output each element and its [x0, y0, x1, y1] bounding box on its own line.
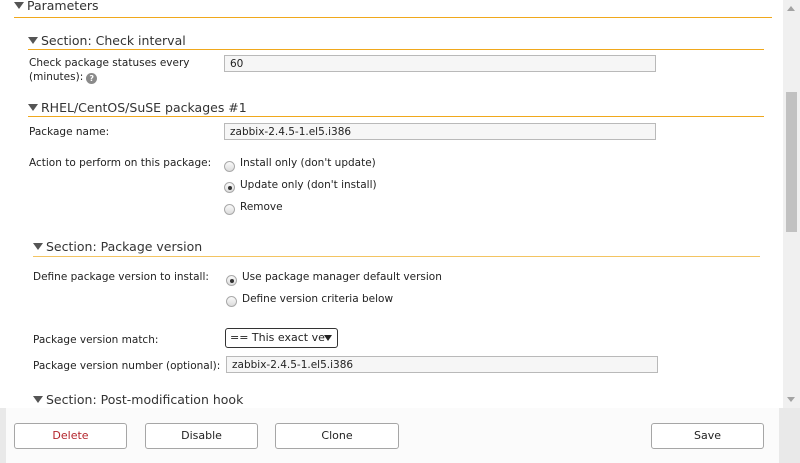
- radio-define-criteria-label: Define version criteria below: [242, 293, 394, 305]
- radio-default-version[interactable]: [226, 275, 237, 286]
- version-match-select[interactable]: == This exact ve: [225, 328, 338, 348]
- scroll-up-icon[interactable]: [787, 6, 795, 11]
- radio-install-only[interactable]: [224, 161, 235, 172]
- help-icon[interactable]: ?: [86, 73, 98, 84]
- version-match-value: == This exact ve: [230, 331, 325, 344]
- delete-button[interactable]: Delete: [14, 423, 127, 449]
- section-post-hook-title: Section: Post-modification hook: [46, 392, 244, 407]
- parameters-divider: [14, 17, 772, 18]
- radio-install-only-label: Install only (don't update): [240, 157, 376, 169]
- scrollbar-thumb[interactable]: [786, 92, 797, 232]
- parameters-header[interactable]: Parameters: [14, 0, 99, 13]
- section-package-version-title: Section: Package version: [46, 239, 203, 254]
- collapse-triangle-icon: [33, 243, 43, 250]
- check-interval-label-line1: Check package statuses every: [29, 57, 190, 69]
- collapse-triangle-icon: [28, 104, 38, 111]
- parameters-title: Parameters: [27, 0, 99, 13]
- check-interval-label-line2: (minutes):: [29, 71, 84, 83]
- section-package-version-divider: [33, 256, 760, 257]
- radio-default-version-label: Use package manager default version: [242, 271, 442, 283]
- package-name-input[interactable]: zabbix-2.4.5-1.el5.i386: [224, 123, 656, 140]
- scroll-down-icon[interactable]: [787, 397, 795, 402]
- radio-define-criteria[interactable]: [226, 296, 237, 307]
- check-interval-input[interactable]: 60: [224, 55, 656, 72]
- section-package-version-header[interactable]: Section: Package version: [33, 239, 202, 254]
- section-packages-divider: [28, 116, 764, 117]
- radio-remove-label: Remove: [240, 201, 283, 213]
- save-button[interactable]: Save: [651, 423, 764, 449]
- action-label: Action to perform on this package:: [29, 157, 212, 169]
- collapse-triangle-icon: [33, 396, 43, 403]
- vertical-scrollbar[interactable]: [783, 0, 800, 408]
- version-match-label: Package version match:: [33, 334, 159, 346]
- section-check-interval-title: Section: Check interval: [41, 33, 186, 48]
- check-interval-label: Check package statuses every (minutes):?: [29, 56, 190, 84]
- radio-remove[interactable]: [224, 204, 235, 215]
- section-check-interval-divider: [28, 49, 764, 50]
- footer-bar: Delete Disable Clone Save: [0, 408, 800, 463]
- package-name-label: Package name:: [29, 126, 110, 138]
- version-number-label: Package version number (optional):: [33, 360, 221, 372]
- section-packages-title: RHEL/CentOS/SuSE packages #1: [41, 100, 247, 115]
- version-number-input[interactable]: zabbix-2.4.5-1.el5.i386: [226, 356, 658, 373]
- radio-update-only[interactable]: [224, 182, 235, 193]
- define-version-label: Define package version to install:: [33, 271, 209, 283]
- collapse-triangle-icon: [28, 37, 38, 44]
- chevron-down-icon: [324, 335, 332, 341]
- radio-update-only-label: Update only (don't install): [240, 179, 377, 191]
- section-packages-header[interactable]: RHEL/CentOS/SuSE packages #1: [28, 100, 247, 115]
- disable-button[interactable]: Disable: [145, 423, 258, 449]
- section-post-hook-header[interactable]: Section: Post-modification hook: [33, 392, 243, 407]
- section-check-interval-header[interactable]: Section: Check interval: [28, 33, 186, 48]
- footer-panel: Delete Disable Clone Save: [6, 408, 779, 463]
- clone-button[interactable]: Clone: [275, 423, 399, 449]
- collapse-triangle-icon: [14, 2, 24, 9]
